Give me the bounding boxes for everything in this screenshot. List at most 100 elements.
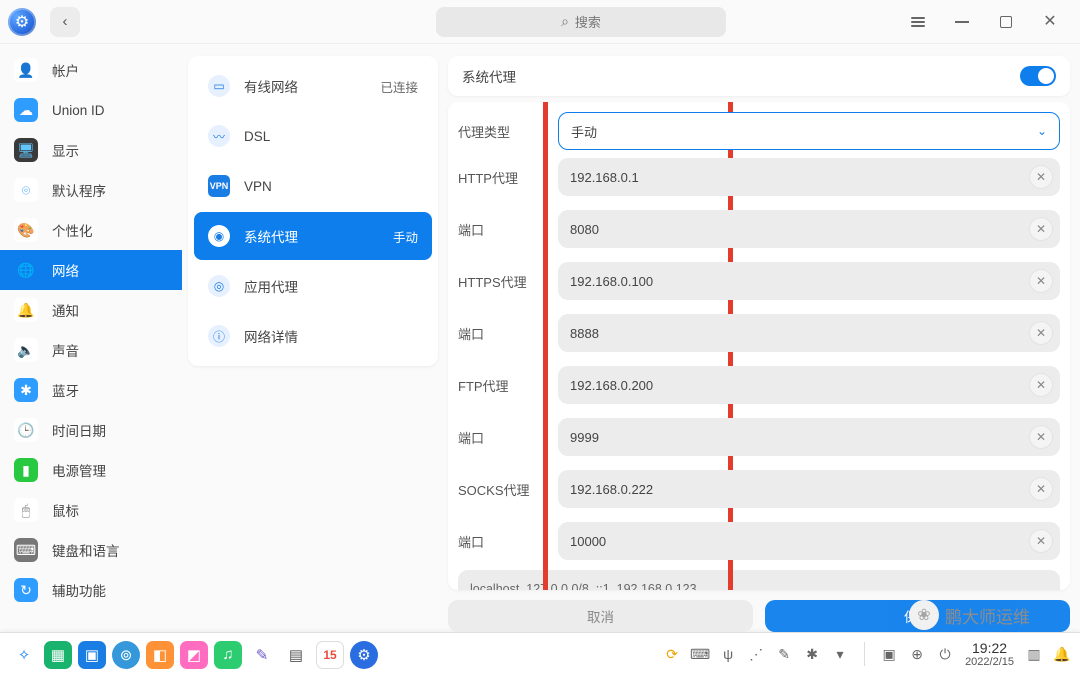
watermark: ❀ 鹏大师运维 bbox=[909, 600, 1030, 630]
taskbar-clock[interactable]: 19:22 2022/2/15 bbox=[965, 641, 1014, 668]
taskbar-app-6[interactable]: ♫ bbox=[214, 641, 242, 669]
proxy-row-3: 端口 8888 ✕ bbox=[458, 310, 1060, 356]
proxy-row-label: HTTPS代理 bbox=[458, 272, 558, 291]
exclude-hosts-input[interactable]: localhost, 127.0.0.0/8, ::1, 192.168.0.1… bbox=[458, 570, 1060, 590]
sidebar-item-bluetooth[interactable]: ✱ 蓝牙 bbox=[0, 370, 182, 410]
dsl-icon: 〰 bbox=[208, 125, 230, 147]
tray2-icon-2[interactable]: ⏻ bbox=[937, 646, 953, 662]
tray-icon-1[interactable]: ⌨ bbox=[692, 646, 708, 662]
clock-date: 2022/2/15 bbox=[965, 656, 1014, 668]
tray-separator bbox=[864, 642, 865, 666]
proxy-enable-toggle[interactable] bbox=[1020, 66, 1056, 86]
taskbar-app-1[interactable]: ▦ bbox=[44, 641, 72, 669]
chevron-left-icon: ‹ bbox=[63, 13, 68, 30]
cancel-button[interactable]: 取消 bbox=[448, 600, 753, 632]
sidebar-item-sound[interactable]: 🔈 声音 bbox=[0, 330, 182, 370]
taskbar-app-0[interactable]: ✧ bbox=[10, 641, 38, 669]
wechat-icon: ❀ bbox=[909, 600, 939, 630]
sidebar-item-display[interactable]: 🖥 显示 bbox=[0, 130, 182, 170]
tray-icon-6[interactable]: ▾ bbox=[832, 646, 848, 662]
sidebar-item-label: 辅助功能 bbox=[52, 580, 106, 600]
subnav-item-label: DSL bbox=[244, 129, 270, 144]
sidebar-item-power[interactable]: ▮ 电源管理 bbox=[0, 450, 182, 490]
wired-icon: ▭ bbox=[208, 75, 230, 97]
sidebar-item-label: 网络 bbox=[52, 260, 79, 280]
proxy-row-input[interactable]: 10000 ✕ bbox=[558, 522, 1060, 560]
subnav-item-label: VPN bbox=[244, 179, 272, 194]
sidebar-item-label: 帐户 bbox=[52, 60, 79, 80]
proxy-type-select[interactable]: 手动 ⌄ bbox=[558, 112, 1060, 150]
maximize-button[interactable] bbox=[984, 0, 1028, 44]
notification-icon[interactable]: 🔔 bbox=[1054, 646, 1070, 662]
taskbar-app-3[interactable]: ⊚ bbox=[112, 641, 140, 669]
network-icon: 🌐 bbox=[14, 258, 38, 282]
clear-button[interactable]: ✕ bbox=[1030, 374, 1052, 396]
clear-button[interactable]: ✕ bbox=[1030, 530, 1052, 552]
sound-icon: 🔈 bbox=[14, 338, 38, 362]
subnav-item-dsl[interactable]: 〰 DSL bbox=[194, 112, 432, 160]
clear-button[interactable]: ✕ bbox=[1030, 322, 1052, 344]
taskbar-app-4[interactable]: ◧ bbox=[146, 641, 174, 669]
proxy-row-value: 9999 bbox=[570, 430, 599, 445]
clear-button[interactable]: ✕ bbox=[1030, 478, 1052, 500]
proxy-row-1: 端口 8080 ✕ bbox=[458, 206, 1060, 252]
close-button[interactable]: ✕ bbox=[1028, 0, 1072, 44]
clear-button[interactable]: ✕ bbox=[1030, 270, 1052, 292]
subnav-item-status: 手动 bbox=[393, 227, 418, 246]
clear-button[interactable]: ✕ bbox=[1030, 218, 1052, 240]
sidebar-item-network[interactable]: 🌐 网络 bbox=[0, 250, 182, 290]
proxy-row-input[interactable]: 8080 ✕ bbox=[558, 210, 1060, 248]
desktop-switch-icon[interactable]: ▥ bbox=[1026, 646, 1042, 662]
content-pane: 系统代理 代理类型 手动 ⌄ HTTP代理 192.168.0.1 ✕ 端口 8… bbox=[444, 44, 1080, 632]
clear-button[interactable]: ✕ bbox=[1030, 426, 1052, 448]
minimize-button[interactable] bbox=[940, 0, 984, 44]
sidebar-item-label: 电源管理 bbox=[52, 460, 106, 480]
subnav-item-netdetail[interactable]: ⓘ 网络详情 bbox=[194, 312, 432, 360]
taskbar-app-9[interactable]: 15 bbox=[316, 641, 344, 669]
proxy-row-input[interactable]: 9999 ✕ bbox=[558, 418, 1060, 456]
sidebar-item-a11y[interactable]: ↻ 辅助功能 bbox=[0, 570, 182, 610]
tray-icon-5[interactable]: ✱ bbox=[804, 646, 820, 662]
sidebar-item-keyboard[interactable]: ⌨ 键盘和语言 bbox=[0, 530, 182, 570]
proxy-row-input[interactable]: 192.168.0.222 ✕ bbox=[558, 470, 1060, 508]
subnav-item-sysproxy[interactable]: ◉ 系统代理 手动 bbox=[194, 212, 432, 260]
proxy-row-input[interactable]: 192.168.0.200 ✕ bbox=[558, 366, 1060, 404]
tray2-icon-0[interactable]: ▣ bbox=[881, 646, 897, 662]
exclude-hosts-value: localhost, 127.0.0.0/8, ::1, 192.168.0.1… bbox=[470, 582, 697, 590]
proxy-row-input[interactable]: 8888 ✕ bbox=[558, 314, 1060, 352]
proxy-row-input[interactable]: 192.168.0.1 ✕ bbox=[558, 158, 1060, 196]
back-button[interactable]: ‹ bbox=[50, 7, 80, 37]
clear-button[interactable]: ✕ bbox=[1030, 166, 1052, 188]
subnav-item-label: 系统代理 bbox=[244, 226, 298, 246]
sidebar-item-account[interactable]: 👤 帐户 bbox=[0, 50, 182, 90]
proxy-row-0: HTTP代理 192.168.0.1 ✕ bbox=[458, 154, 1060, 200]
sidebar-item-mouse[interactable]: 🖱 鼠标 bbox=[0, 490, 182, 530]
sidebar-item-personal[interactable]: 🎨 个性化 bbox=[0, 210, 182, 250]
menu-button[interactable] bbox=[896, 0, 940, 44]
taskbar-app-7[interactable]: ✎ bbox=[248, 641, 276, 669]
taskbar-app-2[interactable]: ▣ bbox=[78, 641, 106, 669]
taskbar-app-10[interactable]: ⚙ bbox=[350, 641, 378, 669]
datetime-icon: 🕒 bbox=[14, 418, 38, 442]
tray2-icon-1[interactable]: ⊕ bbox=[909, 646, 925, 662]
search-input[interactable]: ⌕ 搜索 bbox=[436, 7, 726, 37]
taskbar-app-5[interactable]: ◩ bbox=[180, 641, 208, 669]
tray-icon-0[interactable]: ⟳ bbox=[664, 646, 680, 662]
tray-icon-2[interactable]: ψ bbox=[720, 646, 736, 662]
subnav-item-label: 有线网络 bbox=[244, 76, 298, 96]
subnav-item-wired[interactable]: ▭ 有线网络 已连接 bbox=[194, 62, 432, 110]
taskbar-app-8[interactable]: ▤ bbox=[282, 641, 310, 669]
subnav-item-vpn[interactable]: VPN VPN bbox=[194, 162, 432, 210]
tray-icon-3[interactable]: ⋰ bbox=[748, 646, 764, 662]
proxy-row-input[interactable]: 192.168.0.100 ✕ bbox=[558, 262, 1060, 300]
defaultapp-icon: ⌾ bbox=[14, 178, 38, 202]
sidebar-item-union[interactable]: ☁ Union ID bbox=[0, 90, 182, 130]
sidebar-item-defaultapp[interactable]: ⌾ 默认程序 bbox=[0, 170, 182, 210]
proxy-row-6: SOCKS代理 192.168.0.222 ✕ bbox=[458, 466, 1060, 512]
tray-icon-4[interactable]: ✎ bbox=[776, 646, 792, 662]
content-header: 系统代理 bbox=[448, 56, 1070, 96]
sidebar-item-datetime[interactable]: 🕒 时间日期 bbox=[0, 410, 182, 450]
subnav-item-appproxy[interactable]: ◎ 应用代理 bbox=[194, 262, 432, 310]
sidebar-item-notify[interactable]: 🔔 通知 bbox=[0, 290, 182, 330]
watermark-text: 鹏大师运维 bbox=[945, 603, 1030, 628]
